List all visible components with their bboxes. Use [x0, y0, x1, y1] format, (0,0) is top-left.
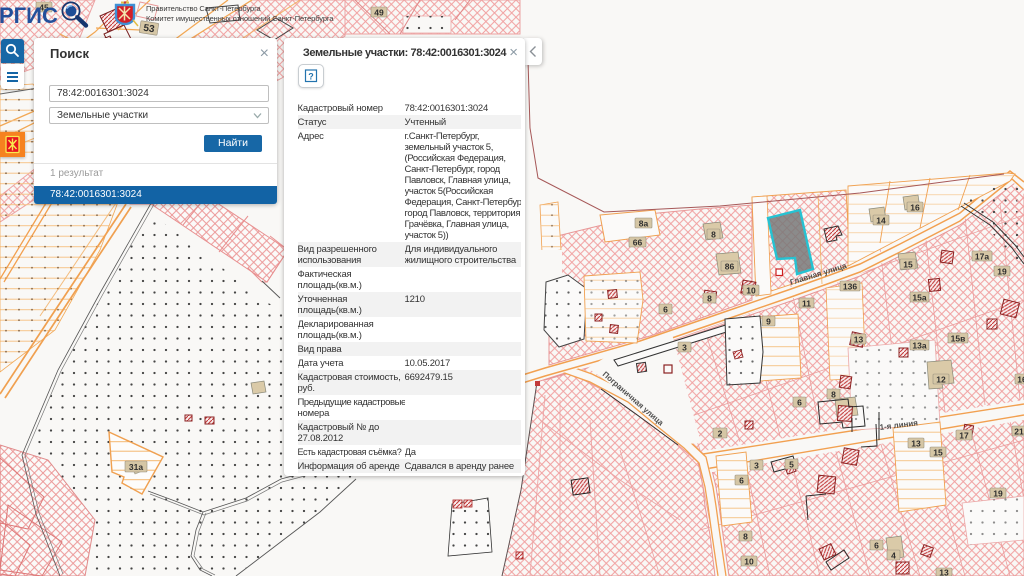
- svg-text:10: 10: [746, 286, 756, 296]
- svg-text:49: 49: [374, 8, 384, 18]
- svg-text:3: 3: [682, 343, 687, 353]
- svg-text:15: 15: [933, 448, 943, 458]
- svg-text:8: 8: [831, 390, 836, 400]
- svg-text:15: 15: [903, 260, 913, 270]
- svg-text:53: 53: [142, 23, 155, 36]
- svg-text:6: 6: [739, 476, 744, 486]
- svg-text:16: 16: [910, 203, 920, 213]
- svg-text:17а: 17а: [975, 252, 989, 262]
- svg-text:66: 66: [633, 238, 643, 248]
- svg-text:16: 16: [1017, 375, 1024, 385]
- svg-text:15а: 15а: [912, 293, 926, 303]
- svg-text:86: 86: [725, 262, 735, 272]
- svg-text:15в: 15в: [951, 334, 966, 344]
- svg-text:13: 13: [911, 439, 921, 449]
- svg-text:3: 3: [754, 461, 759, 471]
- svg-text:13: 13: [939, 568, 949, 576]
- svg-text:6: 6: [663, 305, 668, 315]
- svg-text:12: 12: [936, 375, 946, 385]
- svg-text:6: 6: [874, 541, 879, 551]
- svg-text:9: 9: [766, 317, 771, 327]
- svg-text:8: 8: [707, 294, 712, 304]
- svg-text:136: 136: [843, 282, 857, 292]
- svg-text:19: 19: [997, 267, 1007, 277]
- svg-text:5: 5: [789, 460, 794, 470]
- svg-text:13а: 13а: [912, 341, 926, 351]
- svg-text:6: 6: [797, 398, 802, 408]
- svg-text:10: 10: [744, 557, 754, 567]
- svg-text:13: 13: [854, 335, 864, 345]
- svg-text:2: 2: [718, 429, 723, 439]
- svg-text:19: 19: [993, 489, 1003, 499]
- svg-text:?: ?: [308, 72, 314, 82]
- svg-text:4: 4: [891, 551, 896, 561]
- svg-text:11: 11: [802, 299, 811, 309]
- svg-text:17: 17: [959, 431, 969, 441]
- svg-text:14: 14: [876, 216, 886, 226]
- svg-text:8: 8: [743, 532, 748, 542]
- svg-text:8: 8: [711, 230, 716, 240]
- svg-text:8а: 8а: [639, 219, 649, 229]
- svg-text:21: 21: [1014, 427, 1024, 437]
- svg-text:31а: 31а: [129, 462, 143, 472]
